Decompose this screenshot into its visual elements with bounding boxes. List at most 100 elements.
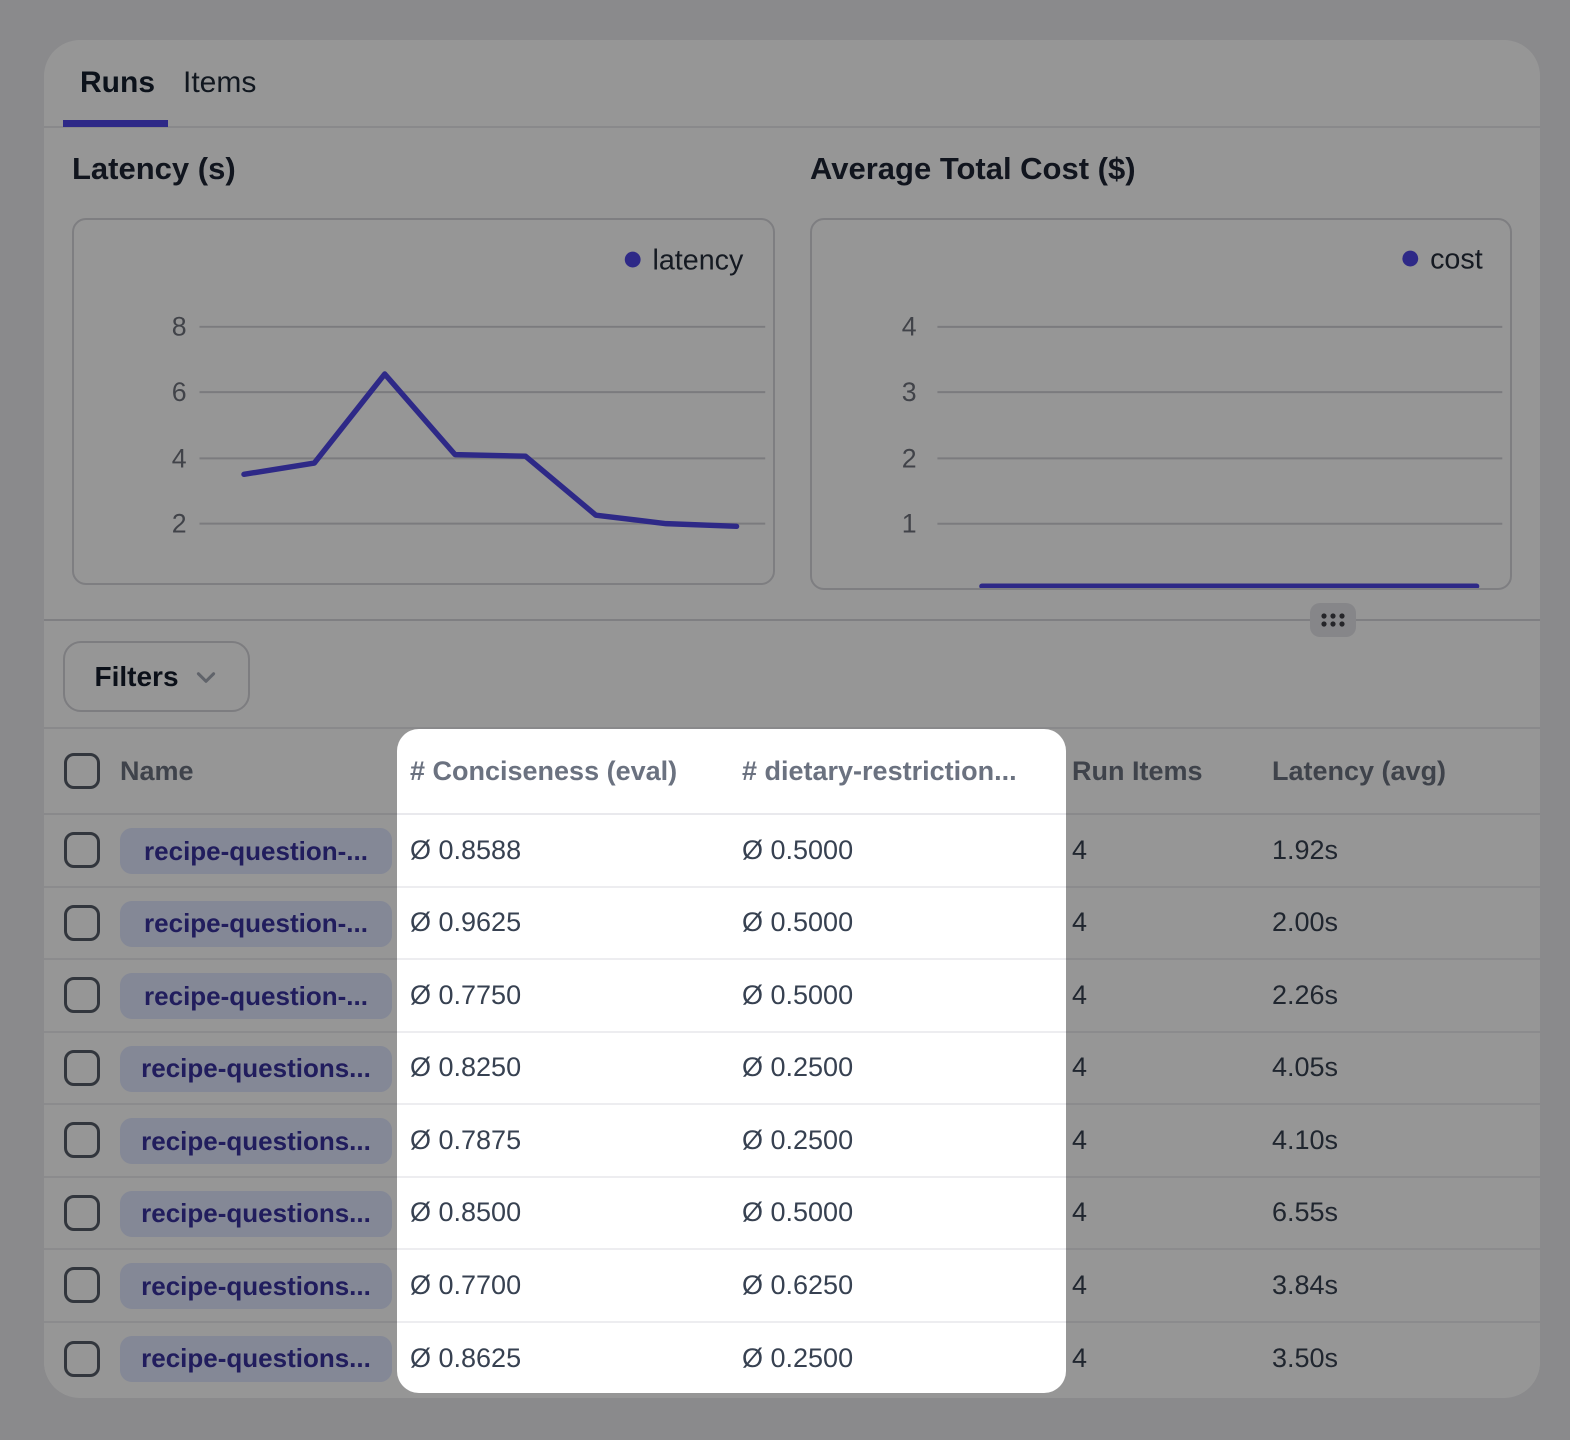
dietary-value: Ø 0.2500 bbox=[742, 1323, 853, 1396]
row-checkbox[interactable] bbox=[64, 1341, 100, 1377]
filters-label: Filters bbox=[94, 661, 178, 693]
legend-dot-latency bbox=[625, 252, 641, 268]
column-header-conciseness: # Conciseness (eval) bbox=[410, 729, 677, 813]
row-checkbox[interactable] bbox=[64, 977, 100, 1013]
runs-table: Name # Conciseness (eval) # dietary-rest… bbox=[44, 727, 1540, 1395]
run-name-label: recipe-questions... bbox=[141, 1053, 371, 1084]
latency-value: 2.26s bbox=[1272, 960, 1338, 1031]
run-name-badge[interactable]: recipe-question-... bbox=[120, 973, 392, 1019]
run-items-value: 4 bbox=[1072, 1178, 1087, 1249]
panel-resize-handle[interactable] bbox=[1310, 603, 1356, 637]
conciseness-value: Ø 0.7875 bbox=[410, 1105, 521, 1176]
run-items-value: 4 bbox=[1072, 888, 1087, 959]
run-items-value: 4 bbox=[1072, 1033, 1087, 1104]
run-name-label: recipe-questions... bbox=[141, 1343, 371, 1374]
conciseness-value: Ø 0.8588 bbox=[410, 815, 521, 886]
y-tick-label: 4 bbox=[172, 443, 187, 473]
table-row[interactable]: recipe-questions... Ø 0.8625 Ø 0.2500 4 … bbox=[44, 1323, 1540, 1396]
y-tick-label: 6 bbox=[172, 377, 187, 407]
conciseness-value: Ø 0.7700 bbox=[410, 1250, 521, 1321]
run-name-badge[interactable]: recipe-questions... bbox=[120, 1263, 392, 1309]
run-name-label: recipe-question-... bbox=[144, 908, 368, 939]
grip-dots-icon bbox=[1310, 603, 1356, 637]
filters-button[interactable]: Filters bbox=[63, 641, 250, 712]
run-name-badge[interactable]: recipe-questions... bbox=[120, 1118, 392, 1164]
legend-dot-cost bbox=[1402, 251, 1418, 267]
run-items-value: 4 bbox=[1072, 1105, 1087, 1176]
row-checkbox[interactable] bbox=[64, 1122, 100, 1158]
latency-chart-svg: 8 6 4 2 latency bbox=[74, 220, 773, 583]
latency-value: 3.50s bbox=[1272, 1323, 1338, 1396]
dietary-value: Ø 0.5000 bbox=[742, 888, 853, 959]
run-items-value: 4 bbox=[1072, 1323, 1087, 1396]
latency-value: 4.05s bbox=[1272, 1033, 1338, 1104]
run-name-label: recipe-question-... bbox=[144, 836, 368, 867]
y-tick-label: 3 bbox=[902, 377, 917, 407]
latency-value: 4.10s bbox=[1272, 1105, 1338, 1176]
dietary-value: Ø 0.5000 bbox=[742, 1178, 853, 1249]
dietary-value: Ø 0.2500 bbox=[742, 1105, 853, 1176]
tab-bar: Runs Items bbox=[44, 40, 1540, 128]
column-header-latency-avg: Latency (avg) bbox=[1272, 729, 1446, 813]
dietary-value: Ø 0.5000 bbox=[742, 960, 853, 1031]
cost-chart-title: Average Total Cost ($) bbox=[810, 149, 1136, 189]
run-name-badge[interactable]: recipe-question-... bbox=[120, 901, 392, 947]
conciseness-value: Ø 0.8625 bbox=[410, 1323, 521, 1396]
legend-label-latency: latency bbox=[652, 244, 744, 276]
runs-panel: Runs Items Latency (s) Average Total Cos… bbox=[44, 40, 1540, 1398]
y-tick-label: 1 bbox=[902, 509, 917, 539]
conciseness-value: Ø 0.8250 bbox=[410, 1033, 521, 1104]
column-header-name: Name bbox=[120, 729, 194, 813]
legend-label-cost: cost bbox=[1430, 243, 1483, 275]
conciseness-value: Ø 0.8500 bbox=[410, 1178, 521, 1249]
conciseness-value: Ø 0.7750 bbox=[410, 960, 521, 1031]
latency-value: 3.84s bbox=[1272, 1250, 1338, 1321]
y-tick-label: 2 bbox=[902, 443, 917, 473]
table-row[interactable]: recipe-question-... Ø 0.8588 Ø 0.5000 4 … bbox=[44, 815, 1540, 888]
row-checkbox[interactable] bbox=[64, 1050, 100, 1086]
table-row[interactable]: recipe-question-... Ø 0.7750 Ø 0.5000 4 … bbox=[44, 960, 1540, 1033]
row-checkbox[interactable] bbox=[64, 905, 100, 941]
run-name-label: recipe-question-... bbox=[144, 981, 368, 1012]
row-checkbox[interactable] bbox=[64, 832, 100, 868]
active-tab-indicator bbox=[63, 120, 168, 127]
tab-runs[interactable]: Runs bbox=[80, 40, 155, 126]
dietary-value: Ø 0.6250 bbox=[742, 1250, 853, 1321]
y-tick-label: 8 bbox=[172, 312, 187, 342]
row-checkbox[interactable] bbox=[64, 1195, 100, 1231]
y-tick-label: 4 bbox=[902, 312, 917, 342]
dietary-value: Ø 0.5000 bbox=[742, 815, 853, 886]
y-tick-label: 2 bbox=[172, 509, 187, 539]
table-row[interactable]: recipe-questions... Ø 0.7875 Ø 0.2500 4 … bbox=[44, 1105, 1540, 1178]
tab-items[interactable]: Items bbox=[183, 40, 256, 126]
latency-value: 2.00s bbox=[1272, 888, 1338, 959]
run-name-badge[interactable]: recipe-questions... bbox=[120, 1336, 392, 1382]
column-header-run-items: Run Items bbox=[1072, 729, 1203, 813]
chevron-down-icon bbox=[193, 664, 219, 690]
latency-value: 1.92s bbox=[1272, 815, 1338, 886]
run-name-badge[interactable]: recipe-questions... bbox=[120, 1191, 392, 1237]
run-items-value: 4 bbox=[1072, 960, 1087, 1031]
run-items-value: 4 bbox=[1072, 815, 1087, 886]
table-header: Name # Conciseness (eval) # dietary-rest… bbox=[44, 729, 1540, 815]
latency-chart: 8 6 4 2 latency bbox=[72, 218, 775, 585]
table-row[interactable]: recipe-questions... Ø 0.7700 Ø 0.6250 4 … bbox=[44, 1250, 1540, 1323]
run-items-value: 4 bbox=[1072, 1250, 1087, 1321]
run-name-label: recipe-questions... bbox=[141, 1126, 371, 1157]
table-row[interactable]: recipe-question-... Ø 0.9625 Ø 0.5000 4 … bbox=[44, 888, 1540, 961]
latency-value: 6.55s bbox=[1272, 1178, 1338, 1249]
latency-series-line bbox=[244, 374, 737, 526]
dietary-value: Ø 0.2500 bbox=[742, 1033, 853, 1104]
table-row[interactable]: recipe-questions... Ø 0.8500 Ø 0.5000 4 … bbox=[44, 1178, 1540, 1251]
latency-chart-title: Latency (s) bbox=[72, 149, 236, 189]
run-name-badge[interactable]: recipe-question-... bbox=[120, 828, 392, 874]
conciseness-value: Ø 0.9625 bbox=[410, 888, 521, 959]
table-row[interactable]: recipe-questions... Ø 0.8250 Ø 0.2500 4 … bbox=[44, 1033, 1540, 1106]
run-name-label: recipe-questions... bbox=[141, 1198, 371, 1229]
select-all-checkbox[interactable] bbox=[64, 753, 100, 789]
cost-chart: 4 3 2 1 cost bbox=[810, 218, 1512, 590]
column-header-dietary-restriction: # dietary-restriction... bbox=[742, 729, 1017, 813]
cost-chart-svg: 4 3 2 1 cost bbox=[812, 220, 1510, 588]
row-checkbox[interactable] bbox=[64, 1267, 100, 1303]
run-name-badge[interactable]: recipe-questions... bbox=[120, 1046, 392, 1092]
